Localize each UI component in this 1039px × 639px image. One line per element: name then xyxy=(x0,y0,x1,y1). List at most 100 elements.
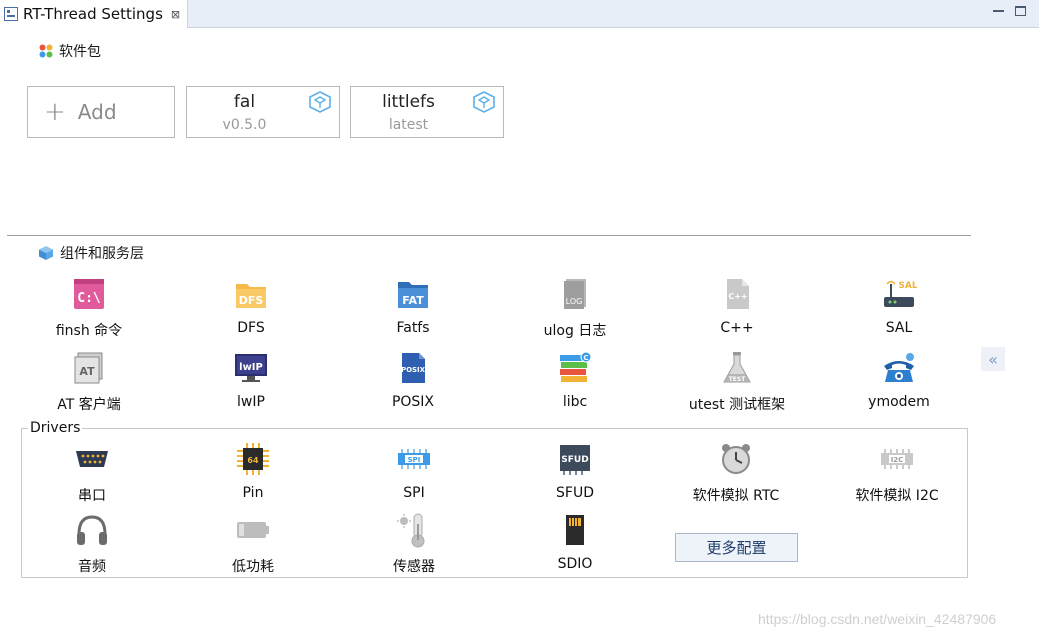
alarm-clock-icon xyxy=(722,444,750,474)
driver-spi[interactable]: SPI SPI xyxy=(339,441,489,501)
svg-text:SAL: SAL xyxy=(898,281,917,291)
component-label: lwIP xyxy=(237,394,265,410)
add-package-label: Add xyxy=(77,100,117,124)
component-fatfs[interactable]: FAT Fatfs xyxy=(338,276,488,336)
svg-text:lwIP: lwIP xyxy=(239,362,263,373)
component-finsh[interactable]: C:\ finsh 命令 xyxy=(14,276,164,340)
package-cube-icon xyxy=(309,91,331,113)
svg-text:LOG: LOG xyxy=(566,297,583,306)
driver-low-power[interactable]: 低功耗 xyxy=(178,512,328,576)
driver-soft-rtc[interactable]: 软件模拟 RTC xyxy=(661,441,811,505)
lwip-monitor-icon: lwIP xyxy=(235,354,267,382)
driver-label: 传感器 xyxy=(393,559,435,575)
component-label: SAL xyxy=(885,320,913,336)
tab-rt-thread-settings[interactable]: RT-Thread Settings ⊠ xyxy=(0,0,188,28)
component-at-client[interactable]: AT AT 客户端 xyxy=(14,350,164,414)
collapse-panel-icon[interactable]: « xyxy=(981,347,1005,371)
component-dfs[interactable]: DFS DFS xyxy=(176,276,326,336)
add-package-button[interactable]: + Add xyxy=(27,86,175,138)
component-ymodem[interactable]: ymodem xyxy=(824,350,974,410)
component-label: POSIX xyxy=(391,394,435,410)
driver-label: 音频 xyxy=(78,559,106,575)
driver-label: 软件模拟 RTC xyxy=(692,488,780,504)
component-label: utest 测试框架 xyxy=(688,397,786,413)
svg-text:C:\: C:\ xyxy=(77,291,101,306)
driver-sensor[interactable]: 传感器 xyxy=(339,512,489,576)
fat-folder-icon: FAT xyxy=(398,282,428,308)
component-label: ulog 日志 xyxy=(543,323,607,339)
package-cube-icon xyxy=(473,91,495,113)
svg-text:SPI: SPI xyxy=(408,456,421,464)
component-label: DFS xyxy=(237,320,265,336)
component-libc[interactable]: C libc xyxy=(500,350,650,410)
svg-text:C: C xyxy=(583,354,588,362)
component-cpp[interactable]: C++ C++ xyxy=(662,276,812,336)
component-label: finsh 命令 xyxy=(55,323,123,339)
spi-icon: SPI xyxy=(398,449,430,469)
section-divider xyxy=(7,235,971,236)
component-ulog[interactable]: LOG ulog 日志 xyxy=(500,276,650,340)
component-label: ymodem xyxy=(868,394,930,410)
component-label: libc xyxy=(562,394,588,410)
svg-text:POSIX: POSIX xyxy=(401,366,426,374)
minimize-icon[interactable] xyxy=(993,6,1004,12)
packages-icon xyxy=(39,44,53,58)
at-icon: AT xyxy=(74,352,103,384)
package-version: v0.5.0 xyxy=(222,117,267,133)
driver-label: 串口 xyxy=(78,488,106,504)
serial-port-icon xyxy=(76,451,108,467)
components-cube-icon xyxy=(39,246,53,260)
component-label: Fatfs xyxy=(396,320,430,336)
settings-file-icon xyxy=(4,7,18,21)
driver-label: SDIO xyxy=(557,556,593,572)
packages-heading: 软件包 xyxy=(39,41,101,61)
svg-text:FAT: FAT xyxy=(402,294,424,307)
driver-label: SPI xyxy=(403,485,425,501)
battery-icon xyxy=(237,522,269,538)
component-label: C++ xyxy=(720,320,754,336)
more-config-button[interactable]: 更多配置 xyxy=(675,533,798,562)
posix-file-icon: POSIX xyxy=(401,353,426,383)
tab-close-icon[interactable]: ⊠ xyxy=(171,8,180,21)
terminal-icon: C:\ xyxy=(74,279,104,309)
packages-heading-label: 软件包 xyxy=(59,44,101,60)
component-utest[interactable]: TEST utest 测试框架 xyxy=(662,350,812,414)
package-card-littlefs[interactable]: littlefs latest xyxy=(350,86,504,138)
driver-label: 软件模拟 I2C xyxy=(855,488,939,504)
watermark: https://blog.csdn.net/weixin_42487906 xyxy=(758,611,997,627)
plus-icon: + xyxy=(44,97,66,127)
component-sal[interactable]: SAL SAL xyxy=(824,276,974,336)
component-lwip[interactable]: lwIP lwIP xyxy=(176,350,326,410)
dfs-folder-icon: DFS xyxy=(236,284,266,308)
sd-card-icon xyxy=(566,515,584,545)
svg-text:64: 64 xyxy=(247,456,259,465)
svg-text:SFUD: SFUD xyxy=(561,455,588,465)
drivers-legend: Drivers xyxy=(28,420,83,436)
package-name: littlefs xyxy=(382,92,435,112)
package-card-fal[interactable]: fal v0.5.0 xyxy=(186,86,340,138)
telephone-icon xyxy=(884,353,914,382)
components-heading: 组件和服务层 xyxy=(38,243,144,263)
driver-label: SFUD xyxy=(556,485,594,501)
thermometer-icon xyxy=(397,513,425,548)
driver-sfud[interactable]: SFUD SFUD xyxy=(500,441,650,501)
cpp-file-icon: C++ xyxy=(727,279,749,309)
driver-label: 低功耗 xyxy=(232,559,274,575)
component-label: AT 客户端 xyxy=(57,397,121,413)
editor-tab-bar: RT-Thread Settings ⊠ xyxy=(0,0,1039,28)
driver-sdio[interactable]: SDIO xyxy=(500,512,650,572)
log-file-icon: LOG xyxy=(564,279,586,309)
package-version: latest xyxy=(388,117,429,133)
component-posix[interactable]: POSIX POSIX xyxy=(338,350,488,410)
svg-text:DFS: DFS xyxy=(239,294,264,307)
maximize-icon[interactable] xyxy=(1015,6,1026,16)
svg-text:I2C: I2C xyxy=(891,456,904,464)
package-name: fal xyxy=(233,92,256,112)
svg-text:TEST: TEST xyxy=(729,376,747,383)
components-heading-label: 组件和服务层 xyxy=(60,246,144,262)
driver-soft-i2c[interactable]: I2C 软件模拟 I2C xyxy=(822,441,972,505)
driver-audio[interactable]: 音频 xyxy=(17,512,167,576)
tab-title: RT-Thread Settings xyxy=(23,5,163,23)
driver-serial[interactable]: 串口 xyxy=(17,441,167,505)
driver-pin[interactable]: 64 Pin xyxy=(178,441,328,501)
